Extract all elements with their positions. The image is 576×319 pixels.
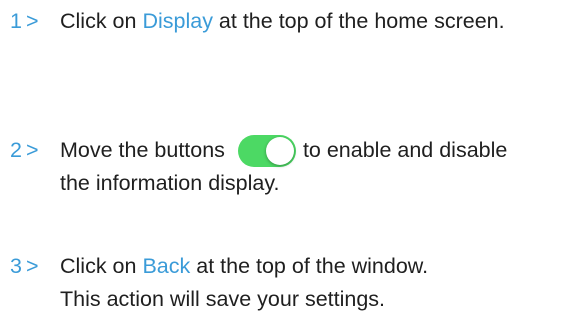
chevron-right-icon: > bbox=[25, 9, 39, 33]
step-number: 2 bbox=[10, 138, 22, 162]
step-2-line-1: 2 > Move the buttons to enable and disabl… bbox=[10, 134, 576, 167]
step-3-line-2: This action will save your settings. bbox=[10, 283, 576, 316]
step-2-number: 2 > bbox=[10, 134, 60, 167]
step-3-number: 3 > bbox=[10, 250, 60, 283]
step-1-text-before: Click on bbox=[60, 9, 143, 33]
step-1-text-after: at the top of the home screen. bbox=[212, 9, 505, 33]
chevron-right-icon: > bbox=[25, 254, 39, 278]
step-3-continuation: This action will save your settings. bbox=[60, 287, 386, 311]
step-2: 2 > Move the buttons to enable and disabl… bbox=[10, 134, 576, 200]
back-link[interactable]: Back bbox=[142, 250, 190, 283]
step-3-text-after: at the top of the window. bbox=[190, 254, 429, 278]
toggle-knob bbox=[265, 136, 294, 165]
chevron-right-icon: > bbox=[25, 138, 39, 162]
step-3-text-before: Click on bbox=[60, 254, 143, 278]
step-1: 1 > Click on Display at the top of the ho… bbox=[10, 5, 576, 38]
toggle-switch-icon[interactable] bbox=[237, 134, 296, 167]
step-1-line: 1 > Click on Display at the top of the ho… bbox=[10, 5, 576, 38]
step-2-text-after: to enable and disable bbox=[302, 138, 508, 162]
step-1-number: 1 > bbox=[10, 5, 60, 38]
step-2-continuation: the information display. bbox=[60, 171, 280, 195]
display-link[interactable]: Display bbox=[142, 5, 213, 38]
step-3: 3 > Click on Back at the top of the windo… bbox=[10, 250, 576, 316]
step-2-text-before: Move the buttons bbox=[60, 138, 225, 162]
step-3-line-1: 3 > Click on Back at the top of the windo… bbox=[10, 250, 576, 283]
step-number: 3 bbox=[10, 254, 22, 278]
step-number: 1 bbox=[10, 9, 22, 33]
step-2-line-2: the information display. bbox=[10, 167, 576, 200]
